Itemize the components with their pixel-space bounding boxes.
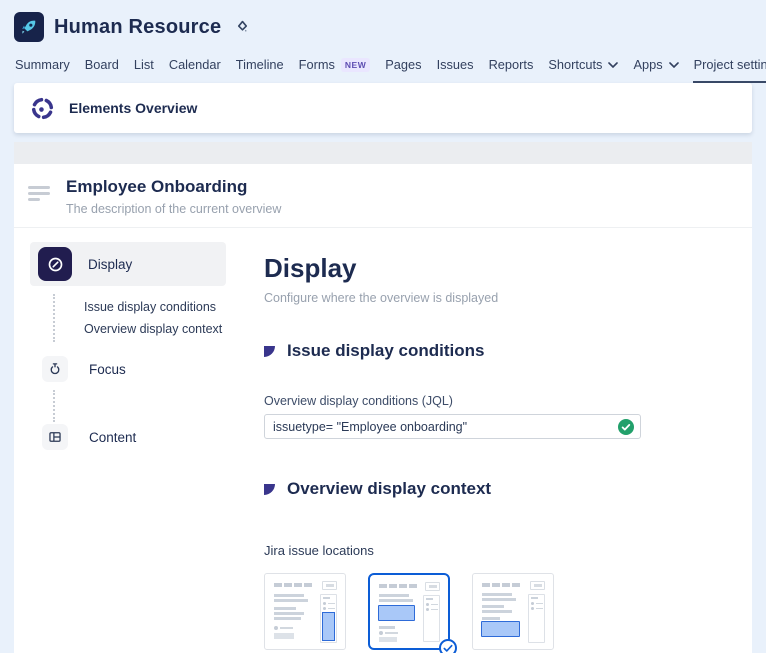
tab-calendar[interactable]: Calendar	[168, 57, 222, 83]
issue-details-thumbnail	[264, 573, 346, 650]
sidebar-subitem-issue-display-conditions[interactable]: Issue display conditions	[55, 296, 250, 318]
rocket-icon	[19, 17, 39, 37]
rename-project-icon[interactable]	[235, 19, 250, 35]
section-title-issue-display-conditions: Issue display conditions	[287, 341, 484, 361]
issue-panel-thumbnail	[368, 573, 450, 650]
chevron-down-icon	[669, 62, 679, 68]
sidebar-item-focus[interactable]: Focus	[42, 356, 250, 382]
content-layout-icon	[42, 424, 68, 450]
spacer	[14, 133, 752, 142]
valid-check-icon	[618, 419, 634, 435]
elements-overview-icon	[30, 96, 55, 121]
overview-description: The description of the current overview	[66, 202, 281, 216]
location-options: Issue details	[264, 573, 641, 653]
overview-title: Employee Onboarding	[66, 177, 281, 197]
tab-list[interactable]: List	[133, 57, 155, 83]
page-subtitle: Configure where the overview is displaye…	[264, 291, 641, 305]
drag-handle-icon[interactable]	[28, 177, 50, 216]
focus-icon	[42, 356, 68, 382]
tab-reports[interactable]: Reports	[488, 57, 535, 83]
tab-apps[interactable]: Apps	[632, 57, 679, 83]
chevron-down-icon	[608, 62, 618, 68]
jql-field-label: Overview display conditions (JQL)	[264, 394, 641, 408]
tab-project-settings[interactable]: Project settings	[693, 57, 766, 83]
tab-forms[interactable]: Forms NEW	[298, 57, 372, 83]
new-badge: NEW	[341, 58, 370, 72]
location-option-issue-activity[interactable]: Issue activity	[472, 573, 556, 653]
display-icon	[38, 247, 72, 281]
location-option-issue-details[interactable]: Issue details	[264, 573, 348, 653]
sidebar-item-display[interactable]: Display	[30, 242, 226, 286]
display-subsections: Issue display conditions Overview displa…	[53, 294, 250, 342]
section-marker-icon	[264, 346, 275, 357]
tab-shortcuts[interactable]: Shortcuts	[547, 57, 619, 83]
project-avatar	[14, 12, 44, 42]
selected-check-icon	[439, 639, 457, 653]
tab-summary[interactable]: Summary	[14, 57, 71, 83]
settings-main: Display Configure where the overview is …	[250, 242, 641, 653]
tab-issues[interactable]: Issues	[436, 57, 475, 83]
project-title: Human Resource	[54, 16, 221, 39]
app-bar: Elements Overview	[14, 83, 752, 133]
overview-header: Employee Onboarding The description of t…	[14, 164, 752, 228]
issue-activity-thumbnail	[472, 573, 554, 650]
sidebar-item-content[interactable]: Content	[42, 424, 250, 450]
app-bar-title: Elements Overview	[69, 100, 197, 116]
divider-band	[14, 142, 752, 164]
tab-timeline[interactable]: Timeline	[235, 57, 285, 83]
sidebar-item-label: Content	[89, 430, 136, 445]
sidebar-item-label: Display	[88, 257, 132, 272]
sidebar-connector	[53, 390, 250, 422]
sidebar-item-label: Focus	[89, 362, 126, 377]
tab-pages[interactable]: Pages	[384, 57, 422, 83]
section-marker-icon	[264, 484, 275, 495]
project-header: Human Resource Summary Board List Calend…	[0, 0, 766, 83]
project-nav: Summary Board List Calendar Timeline For…	[14, 57, 752, 83]
page-title: Display	[264, 253, 641, 284]
settings-sidebar: Display Issue display conditions Overvie…	[14, 242, 250, 653]
jql-input[interactable]	[264, 414, 641, 439]
sidebar-subitem-overview-display-context[interactable]: Overview display context	[55, 318, 250, 340]
tab-board[interactable]: Board	[84, 57, 120, 83]
jira-issue-locations-label: Jira issue locations	[264, 543, 641, 558]
location-option-issue-panel[interactable]: Issue panel	[368, 573, 452, 653]
section-title-overview-display-context: Overview display context	[287, 479, 491, 499]
